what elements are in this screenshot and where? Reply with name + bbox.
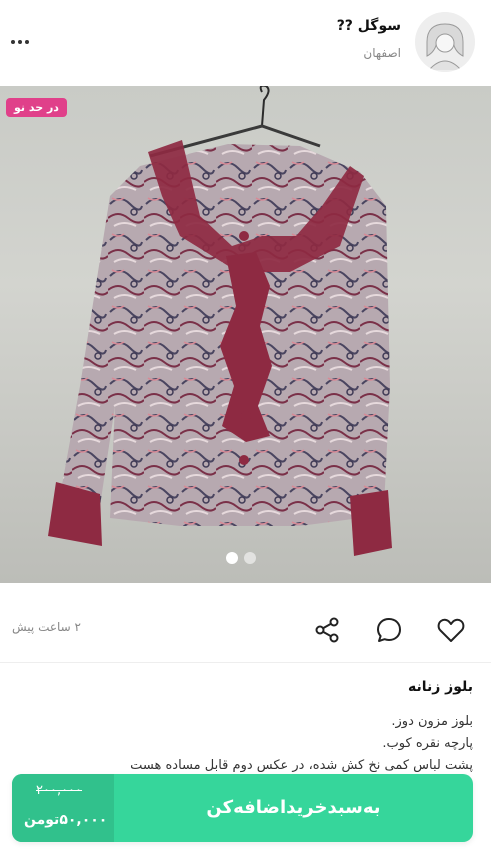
product-title: بلوز زنانه — [407, 679, 473, 695]
old-price: ۲۰۰,۰۰۰ — [36, 783, 83, 798]
description-line: بلوز مزون دوز. — [391, 714, 473, 729]
seller-city: اصفهان — [363, 46, 401, 60]
description-line: پارچه نقره کوب. — [382, 736, 473, 751]
new-price: ۵۰,۰۰۰تومن — [24, 812, 108, 828]
avatar[interactable] — [415, 12, 475, 72]
blouse-photo — [48, 86, 392, 556]
seller-name[interactable]: سوگل ?? — [337, 18, 401, 34]
add-to-cart-button[interactable]: به‌سبدخریداضافه‌کن — [114, 774, 473, 842]
post-header: سوگل ?? اصفهان — [0, 0, 491, 86]
carousel-dot[interactable] — [226, 552, 238, 564]
more-options-icon[interactable] — [8, 30, 32, 54]
heart-icon[interactable] — [435, 614, 467, 646]
product-description: بلوز مزون دوز. پارچه نقره کوب. پشت لباس … — [13, 711, 473, 777]
carousel-dots — [226, 552, 256, 564]
divider — [0, 662, 491, 663]
post-actions: ۲ ساعت پیش — [0, 600, 491, 660]
carousel-dot[interactable] — [244, 552, 256, 564]
comment-icon[interactable] — [373, 614, 405, 646]
post-time: ۲ ساعت پیش — [12, 620, 81, 634]
seller-info[interactable]: سوگل ?? اصفهان — [337, 18, 401, 60]
add-to-cart-bar: ۲۰۰,۰۰۰ ۵۰,۰۰۰تومن به‌سبدخریداضافه‌کن — [12, 774, 473, 842]
price-box: ۲۰۰,۰۰۰ ۵۰,۰۰۰تومن — [12, 774, 114, 842]
condition-badge: در حد نو — [6, 98, 67, 117]
share-icon[interactable] — [311, 614, 343, 646]
product-image[interactable]: در حد نو — [0, 86, 491, 583]
